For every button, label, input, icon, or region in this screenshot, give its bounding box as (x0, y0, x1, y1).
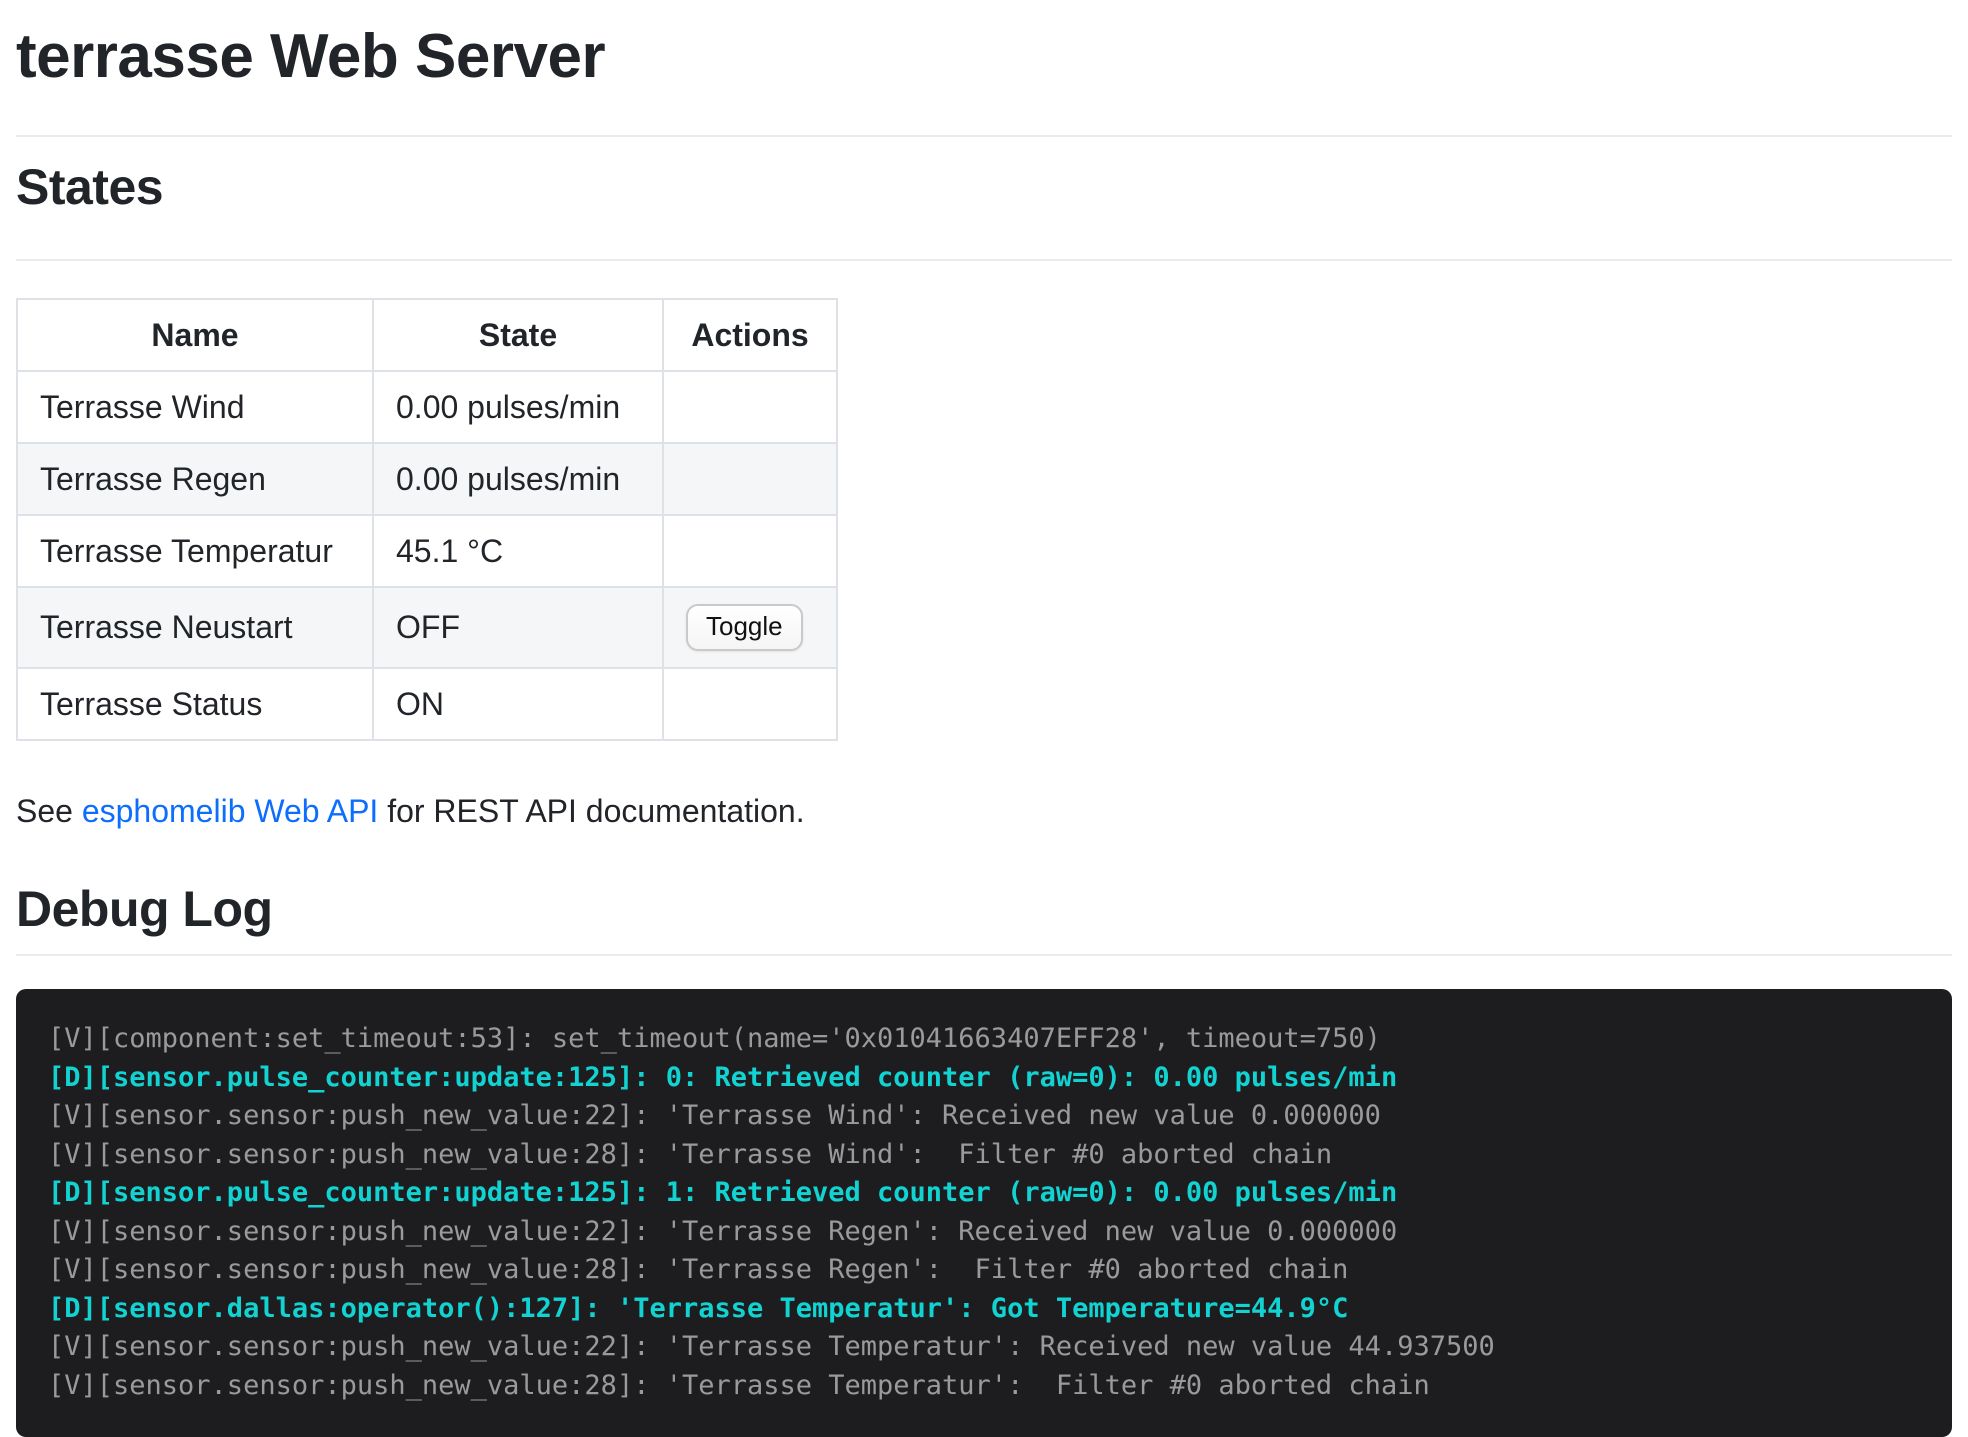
cell-name: Terrasse Regen (17, 443, 373, 515)
column-header-name: Name (17, 299, 373, 371)
log-line: [V][sensor.sensor:push_new_value:28]: 'T… (48, 1251, 1920, 1290)
column-header-actions: Actions (663, 299, 837, 371)
cell-actions (663, 371, 837, 443)
log-line: [V][component:set_timeout:53]: set_timeo… (48, 1020, 1920, 1059)
cell-actions (663, 515, 837, 587)
cell-state: OFF (373, 587, 663, 668)
cell-name: Terrasse Status (17, 668, 373, 740)
cell-state: 45.1 °C (373, 515, 663, 587)
table-row: Terrasse Wind0.00 pulses/min (17, 371, 837, 443)
cell-name: Terrasse Wind (17, 371, 373, 443)
divider (16, 135, 1952, 137)
cell-actions (663, 668, 837, 740)
log-line: [D][sensor.pulse_counter:update:125]: 1:… (48, 1174, 1920, 1213)
table-row: Terrasse NeustartOFF Toggle (17, 587, 837, 668)
toggle-button[interactable]: Toggle (686, 604, 803, 651)
cell-state: ON (373, 668, 663, 740)
table-header-row: Name State Actions (17, 299, 837, 371)
cell-name: Terrasse Neustart (17, 587, 373, 668)
cell-state: 0.00 pulses/min (373, 443, 663, 515)
log-line: [V][sensor.sensor:push_new_value:22]: 'T… (48, 1213, 1920, 1252)
table-row: Terrasse Temperatur45.1 °C (17, 515, 837, 587)
table-row: Terrasse Regen0.00 pulses/min (17, 443, 837, 515)
log-line: [D][sensor.dallas:operator():127]: 'Terr… (48, 1290, 1920, 1329)
divider (16, 259, 1952, 261)
page: terrasse Web Server States Name State Ac… (0, 0, 1968, 1437)
states-heading: States (16, 159, 1952, 217)
log-line: [V][sensor.sensor:push_new_value:28]: 'T… (48, 1136, 1920, 1175)
column-header-state: State (373, 299, 663, 371)
api-note-prefix: See (16, 793, 82, 829)
debug-log-heading: Debug Log (16, 881, 1952, 939)
states-table: Name State Actions Terrasse Wind0.00 pul… (16, 298, 838, 741)
cell-actions (663, 443, 837, 515)
api-note: See esphomelib Web API for REST API docu… (16, 791, 1952, 831)
debug-log-console: [V][component:set_timeout:53]: set_timeo… (16, 989, 1952, 1437)
esphomelib-web-api-link[interactable]: esphomelib Web API (82, 793, 378, 829)
divider (16, 954, 1952, 956)
table-row: Terrasse StatusON (17, 668, 837, 740)
log-line: [V][sensor.sensor:push_new_value:22]: 'T… (48, 1328, 1920, 1367)
api-note-suffix: for REST API documentation. (378, 793, 804, 829)
log-line: [V][sensor.sensor:push_new_value:22]: 'T… (48, 1097, 1920, 1136)
log-line: [V][sensor.sensor:push_new_value:28]: 'T… (48, 1367, 1920, 1406)
cell-actions: Toggle (663, 587, 837, 668)
page-title: terrasse Web Server (16, 22, 1952, 91)
cell-name: Terrasse Temperatur (17, 515, 373, 587)
log-line: [D][sensor.pulse_counter:update:125]: 0:… (48, 1059, 1920, 1098)
cell-state: 0.00 pulses/min (373, 371, 663, 443)
